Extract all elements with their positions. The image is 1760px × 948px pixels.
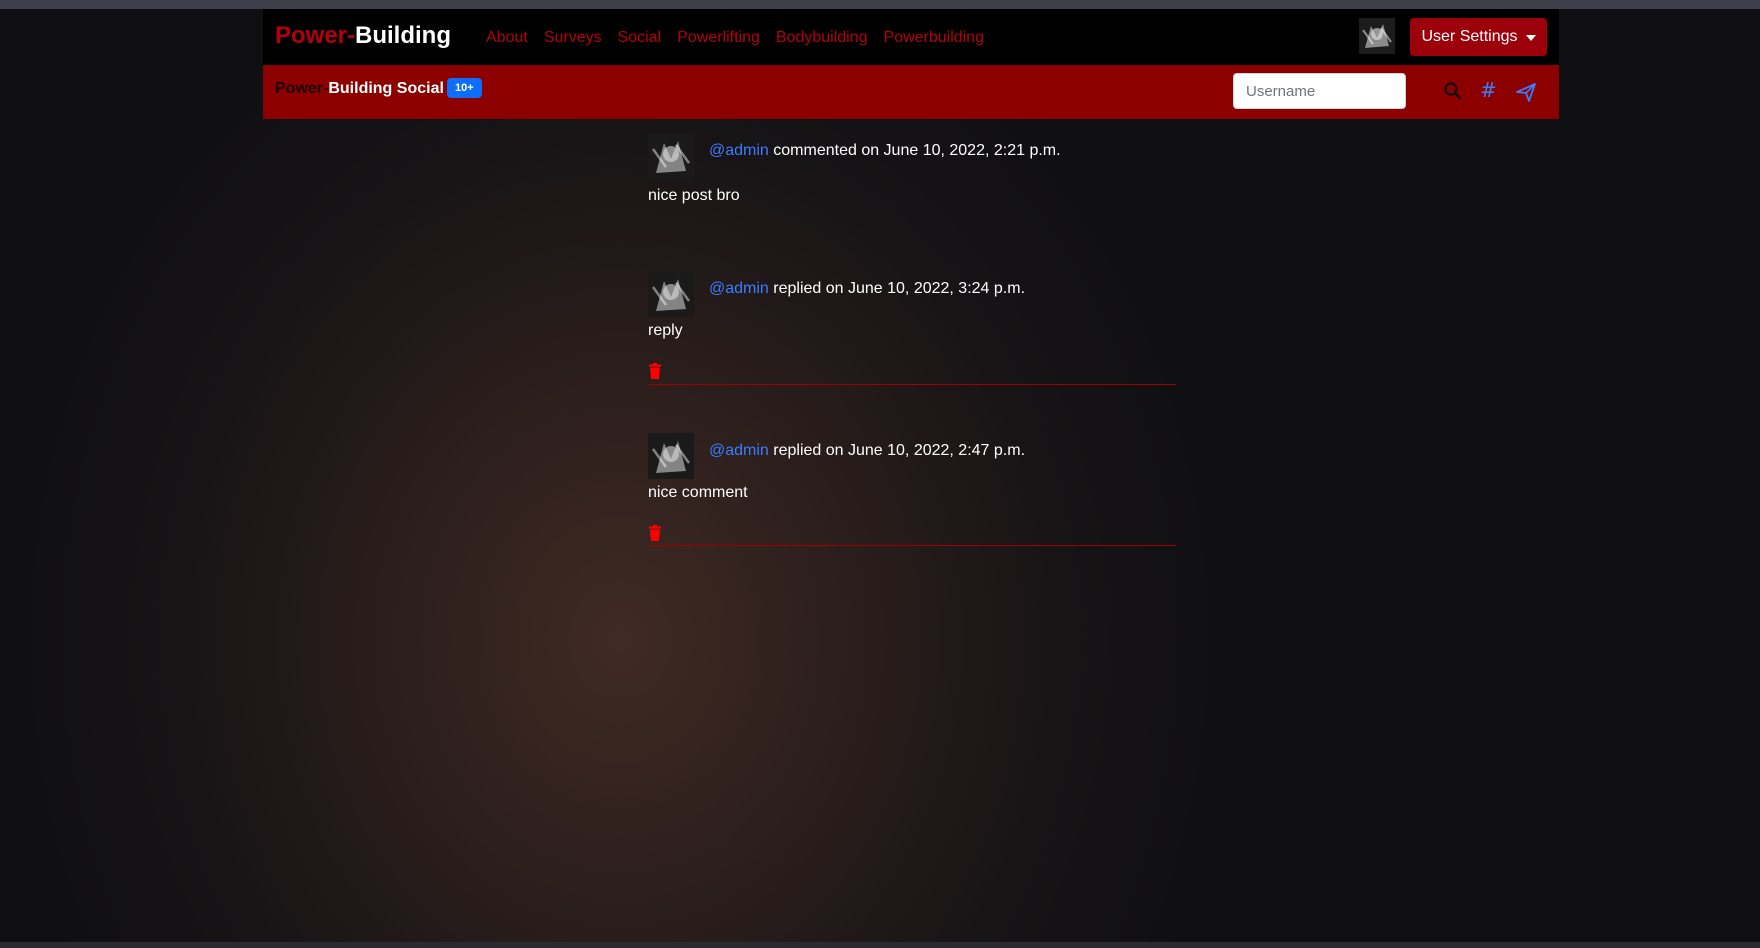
logo-part-building: Building: [355, 22, 451, 49]
nav-link-social[interactable]: Social: [618, 28, 662, 48]
nav-link-bodybuilding[interactable]: Bodybuilding: [776, 28, 868, 48]
nav-link-surveys[interactable]: Surveys: [544, 28, 602, 48]
reply-meta: @admin replied on June 10, 2022, 2:47 p.…: [709, 441, 1025, 461]
window-bottom-strip: [0, 942, 1760, 948]
avatar-image-icon: [648, 271, 694, 317]
search-icon[interactable]: [1443, 81, 1463, 101]
avatar-image-icon: [648, 433, 694, 479]
social-brand[interactable]: Power-Building Social: [275, 79, 444, 99]
reply-timestamp: replied on June 10, 2022, 2:47 p.m.: [768, 442, 1026, 459]
reply-avatar[interactable]: [648, 433, 694, 479]
username-search-input[interactable]: [1233, 73, 1406, 109]
social-brand-part-power: Power-: [275, 80, 329, 97]
nav-links: About Surveys Social Powerlifting Bodybu…: [486, 28, 1000, 48]
reply-divider: [648, 384, 1176, 385]
reply-username-link[interactable]: @admin: [709, 280, 769, 297]
trash-icon[interactable]: [648, 363, 662, 379]
reply-body: reply: [648, 322, 683, 339]
logo-part-power: Power-: [275, 22, 356, 49]
reply-body: nice comment: [648, 484, 748, 501]
reply-avatar[interactable]: [648, 271, 694, 317]
user-settings-dropdown[interactable]: User Settings: [1410, 18, 1547, 56]
comment-username-link[interactable]: @admin: [709, 142, 769, 159]
comment-avatar[interactable]: [648, 133, 694, 179]
reply-timestamp: replied on June 10, 2022, 3:24 p.m.: [768, 280, 1026, 297]
reply-divider: [648, 545, 1176, 546]
comment-meta: @admin commented on June 10, 2022, 2:21 …: [709, 141, 1061, 161]
comment-timestamp: commented on June 10, 2022, 2:21 p.m.: [768, 142, 1061, 159]
chevron-down-icon: [1525, 35, 1536, 41]
hashtag-icon[interactable]: #: [1480, 77, 1497, 103]
nav-link-powerbuilding[interactable]: Powerbuilding: [884, 28, 985, 48]
reply-username-link[interactable]: @admin: [709, 442, 769, 459]
nav-link-powerlifting[interactable]: Powerlifting: [677, 28, 760, 48]
trash-icon[interactable]: [648, 525, 662, 541]
site-logo[interactable]: Power-Building: [275, 21, 451, 51]
social-brand-part-building-social: Building Social: [328, 80, 444, 97]
reply-meta: @admin replied on June 10, 2022, 3:24 p.…: [709, 279, 1025, 299]
nav-link-about[interactable]: About: [486, 28, 528, 48]
main-navbar: Power-Building About Surveys Social Powe…: [263, 9, 1559, 65]
window-top-strip: [0, 0, 1760, 9]
user-avatar[interactable]: [1359, 18, 1395, 54]
notification-badge[interactable]: 10+: [447, 78, 482, 98]
social-subbar: Power-Building Social 10+ #: [263, 65, 1559, 119]
avatar-image-icon: [1359, 18, 1395, 54]
comment-body: nice post bro: [648, 187, 740, 204]
user-settings-label: User Settings: [1421, 28, 1518, 45]
send-message-icon[interactable]: [1515, 81, 1537, 103]
avatar-image-icon: [648, 133, 694, 179]
